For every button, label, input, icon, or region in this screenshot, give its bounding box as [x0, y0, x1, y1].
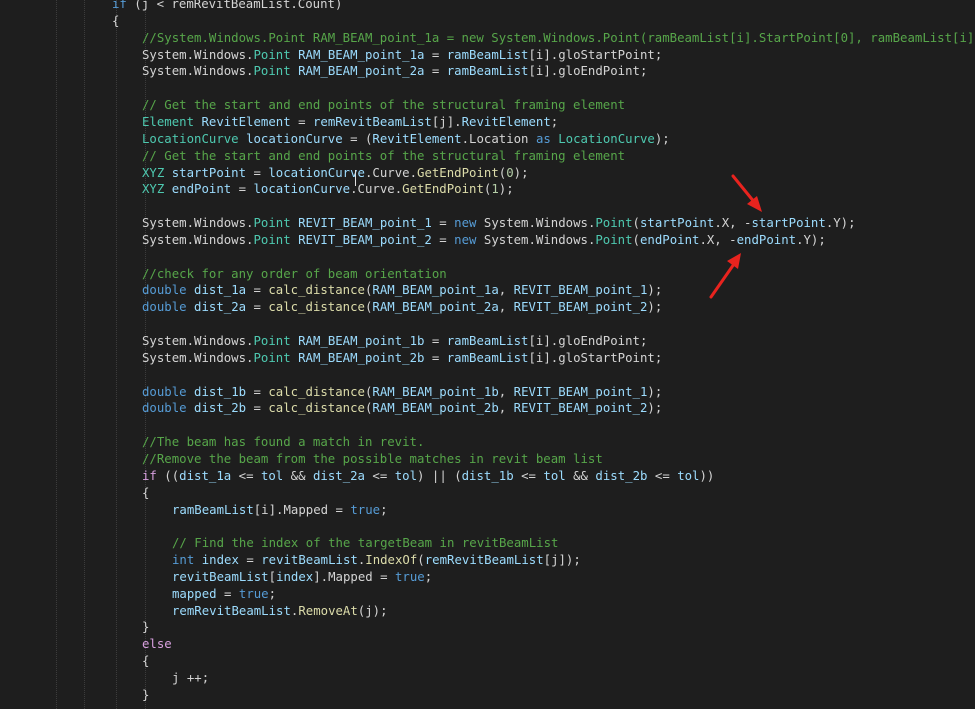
annotation-arrows	[709, 174, 762, 299]
red-arrow-up-icon	[709, 253, 741, 299]
red-arrow-down-icon	[731, 174, 762, 212]
